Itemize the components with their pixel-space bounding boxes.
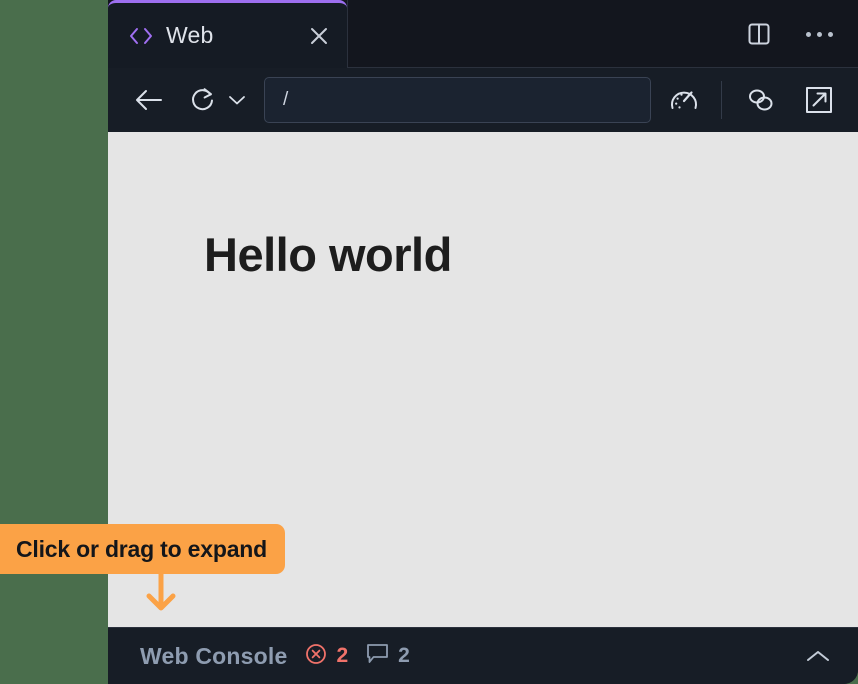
chevron-down-icon[interactable]: [224, 81, 250, 119]
message-counter[interactable]: 2: [366, 643, 410, 669]
toolbar-divider: [721, 81, 722, 119]
external-link-icon[interactable]: [800, 81, 838, 119]
error-count: 2: [336, 644, 349, 667]
tab-label: Web: [166, 22, 214, 48]
close-icon[interactable]: [305, 22, 333, 50]
web-console-bar[interactable]: Web Console 2 2: [108, 627, 858, 684]
dot: [816, 31, 822, 37]
url-input[interactable]: /: [264, 77, 651, 123]
tab-strip: Web: [108, 0, 858, 68]
browser-window: Web / Hello world Web Console 2 2: [108, 0, 858, 684]
error-circle-icon: [305, 643, 327, 670]
expand-callout[interactable]: Click or drag to expand: [0, 524, 286, 574]
more-options-icon[interactable]: [802, 17, 836, 51]
callout-label: Click or drag to expand: [16, 535, 268, 562]
dot: [827, 31, 833, 37]
split-panel-icon[interactable]: [742, 17, 776, 51]
code-brackets-icon: [128, 26, 154, 46]
message-bubble-icon: [366, 643, 389, 669]
reload-icon[interactable]: [184, 81, 222, 119]
error-counter[interactable]: 2: [305, 643, 348, 670]
tab-strip-actions: [347, 0, 858, 68]
url-value: /: [283, 89, 289, 110]
message-count: 2: [398, 644, 410, 667]
arrow-left-icon[interactable]: [130, 81, 168, 119]
page-heading: Hello world: [204, 228, 452, 281]
navigation-toolbar: /: [108, 68, 858, 132]
console-title: Web Console: [140, 642, 288, 669]
speedometer-icon[interactable]: [665, 81, 703, 119]
dot: [805, 31, 811, 37]
chain-link-icon[interactable]: [742, 81, 780, 119]
chevron-up-icon[interactable]: [800, 638, 836, 674]
tab-web[interactable]: Web: [108, 0, 347, 68]
